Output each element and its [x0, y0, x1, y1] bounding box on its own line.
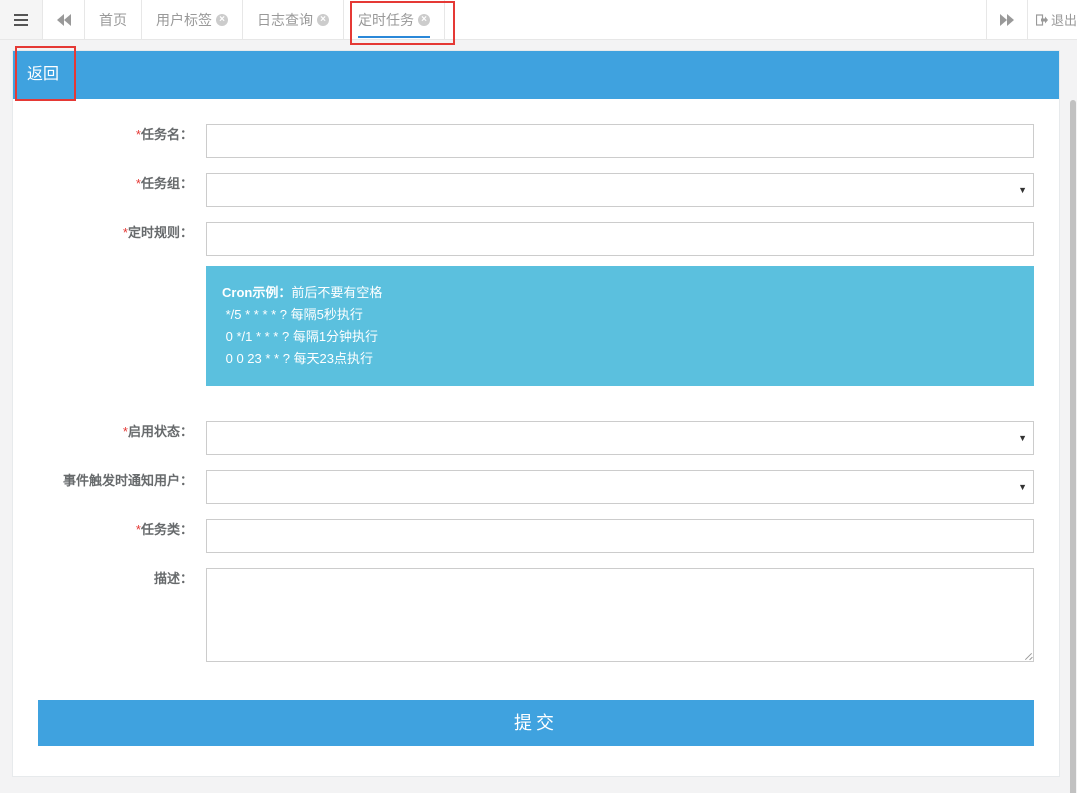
sign-out-icon — [1036, 13, 1048, 26]
label-text: 描述： — [153, 571, 193, 586]
task-class-label: *任务类： — [136, 519, 193, 553]
label-text: 任务类： — [140, 522, 193, 537]
resize-handle-icon[interactable] — [1024, 652, 1032, 660]
tab-label: 日志查询 — [257, 11, 313, 28]
tab-label: 首页 — [99, 11, 127, 28]
tab-label: 定时任务 — [358, 11, 414, 28]
double-chevron-right-icon — [1000, 13, 1014, 26]
cron-help-box: Cron示例：前后不要有空格 */5 * * * * ? 每隔5秒执行 0 */… — [206, 266, 1034, 386]
status-label: *启用状态： — [123, 421, 193, 455]
cron-help-line: 0 0 23 * * ? 每天23点执行 — [222, 351, 374, 366]
tab-home[interactable]: 首页 — [85, 0, 142, 39]
tab-close-icon[interactable]: × — [317, 13, 329, 26]
tab-list: 首页 用户标签 × 日志查询 × 定时任务 × — [85, 0, 445, 39]
tab-scroll-left-button[interactable] — [43, 0, 85, 39]
cron-help-line: 0 */1 * * * ? 每隔1分钟执行 — [222, 329, 379, 344]
tab-close-icon[interactable]: × — [216, 13, 228, 26]
tab-log-query[interactable]: 日志查询 × — [243, 0, 344, 39]
cron-input[interactable] — [206, 222, 1034, 256]
task-group-select[interactable]: ▼ — [206, 173, 1034, 207]
label-text: 任务名： — [140, 127, 193, 142]
task-name-label: *任务名： — [136, 124, 193, 158]
logout-button[interactable]: 退出 — [1027, 0, 1077, 39]
cron-label: *定时规则： — [123, 222, 193, 256]
task-class-input[interactable] — [206, 519, 1034, 553]
cron-help-title-suffix: 前后不要有空格 — [291, 285, 383, 300]
tab-label: 用户标签 — [156, 11, 212, 28]
task-form-panel: 返回 *任务名： *任务组： ▼ *定时规则： Cron示例：前后不要有空格 *… — [12, 50, 1060, 777]
hamburger-icon — [14, 13, 28, 26]
panel-header: 返回 — [13, 51, 1059, 99]
notify-label: 事件触发时通知用户： — [63, 470, 193, 504]
scrollbar-thumb[interactable] — [1070, 100, 1076, 793]
submit-button[interactable]: 提交 — [38, 700, 1034, 746]
tab-scroll-right-button[interactable] — [986, 0, 1027, 39]
tab-bar: 首页 用户标签 × 日志查询 × 定时任务 × 退出 — [0, 0, 1077, 40]
cron-help-line: */5 * * * * ? 每隔5秒执行 — [222, 307, 363, 322]
logout-label: 退出 — [1051, 13, 1077, 28]
label-text: 事件触发时通知用户： — [62, 473, 193, 488]
dropdown-caret-icon: ▼ — [1018, 482, 1027, 492]
dropdown-caret-icon: ▼ — [1018, 433, 1027, 443]
task-group-label: *任务组： — [136, 173, 193, 207]
menu-toggle-button[interactable] — [0, 0, 43, 39]
label-text: 启用状态： — [127, 424, 193, 439]
label-text: 定时规则： — [127, 225, 193, 240]
dropdown-caret-icon: ▼ — [1018, 185, 1027, 195]
tab-user-tags[interactable]: 用户标签 × — [142, 0, 243, 39]
description-textarea[interactable] — [206, 568, 1034, 662]
tab-scheduled-tasks[interactable]: 定时任务 × — [344, 0, 445, 39]
label-text: 任务组： — [140, 176, 193, 191]
cron-help-title: Cron示例： — [222, 285, 292, 300]
page-scrollbar[interactable] — [1069, 40, 1077, 793]
description-label: 描述： — [154, 568, 193, 602]
cron-help-title-line: Cron示例：前后不要有空格 — [222, 282, 1018, 304]
back-button[interactable]: 返回 — [17, 63, 69, 87]
status-select[interactable]: ▼ — [206, 421, 1034, 455]
task-name-input[interactable] — [206, 124, 1034, 158]
notify-user-select[interactable]: ▼ — [206, 470, 1034, 504]
tab-close-icon[interactable]: × — [418, 13, 430, 26]
double-chevron-left-icon — [56, 13, 71, 26]
